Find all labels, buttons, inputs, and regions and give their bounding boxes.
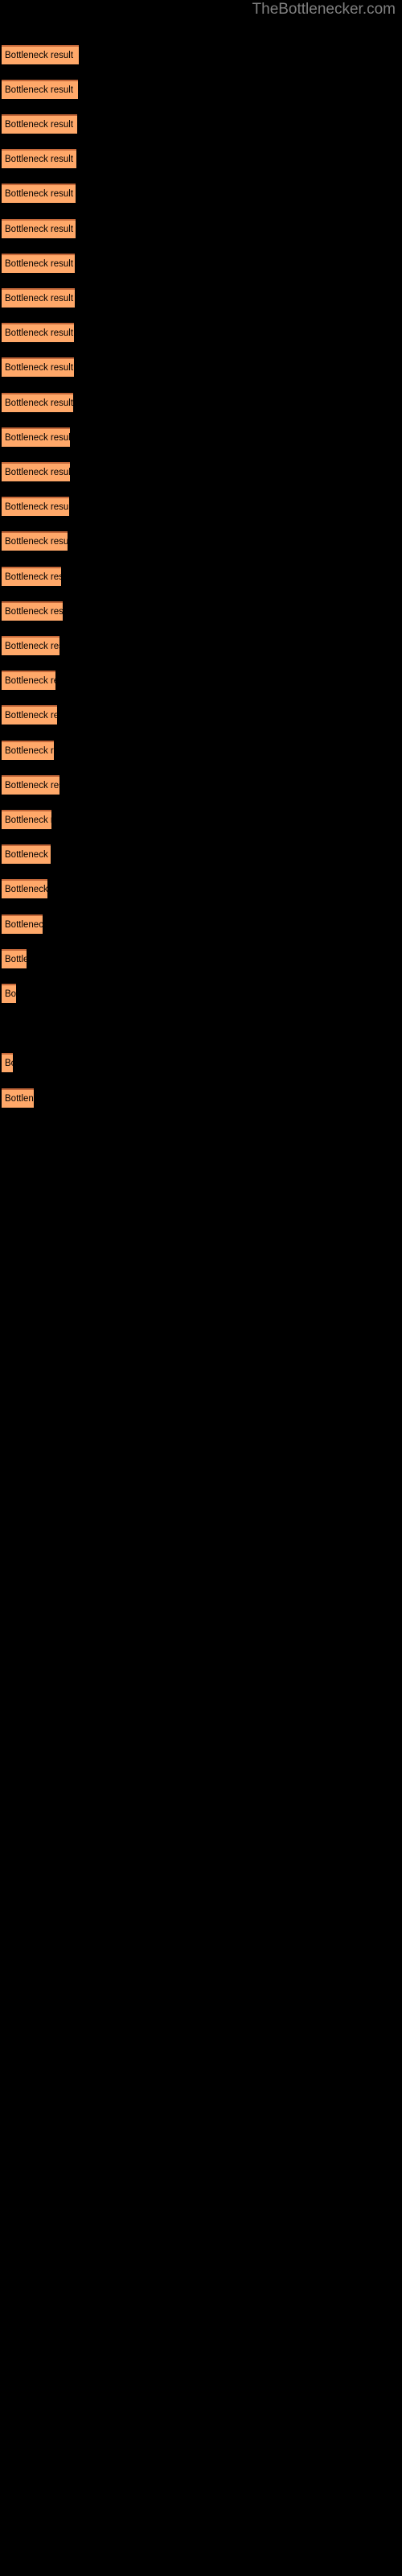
bar-row: Bottleneck result bbox=[0, 357, 402, 377]
bar-label: Bottleneck result bbox=[5, 711, 57, 720]
bar-row: Bottleneck result bbox=[0, 914, 402, 934]
bar-label: Bottleneck result bbox=[5, 51, 74, 60]
bar-row: Bottleneck result bbox=[0, 80, 402, 99]
bar-row: Bottleneck result bbox=[0, 567, 402, 586]
bar-row: Bottleneck result bbox=[0, 601, 402, 621]
bar-bottleneck-result[interactable]: Bottleneck result bbox=[2, 219, 76, 238]
bar-label: Bottleneck result bbox=[5, 746, 54, 756]
bar-row: Bottleneck result bbox=[0, 149, 402, 168]
bar-bottleneck-result[interactable]: Bottleneck result bbox=[2, 810, 51, 829]
bottleneck-bar-chart: Bottleneck result Bottleneck result Bottle… bbox=[0, 0, 402, 2576]
bar-bottleneck-result[interactable]: Bottleneck result bbox=[2, 1088, 34, 1108]
bar-row: Bottleneck result bbox=[0, 323, 402, 342]
bar-bottleneck-result[interactable]: Bottleneck result bbox=[2, 323, 74, 342]
bar-bottleneck-result[interactable]: Bottleneck result bbox=[2, 254, 75, 273]
bar-label: Bottleneck result bbox=[5, 955, 27, 964]
bar-bottleneck-result[interactable]: Bottleneck result bbox=[2, 705, 57, 724]
bar-row: Bottleneck result bbox=[0, 45, 402, 64]
bar-label: Bottleneck result bbox=[5, 294, 74, 303]
bar-row: Bottleneck result bbox=[0, 427, 402, 447]
bar-label: Bottleneck result bbox=[5, 885, 47, 894]
bar-label: Bottleneck result bbox=[5, 850, 51, 860]
bar-row: Bottleneck result bbox=[0, 1053, 402, 1072]
bar-row: Bottleneck result bbox=[0, 984, 402, 1003]
bar-label: Bottleneck result bbox=[5, 572, 61, 582]
bar-label: Bottleneck result bbox=[5, 85, 74, 95]
bar-label: Bottleneck result bbox=[5, 189, 74, 199]
bar-bottleneck-result[interactable]: Bottleneck result bbox=[2, 984, 16, 1003]
bar-bottleneck-result[interactable]: Bottleneck result bbox=[2, 288, 75, 308]
bar-bottleneck-result[interactable]: Bottleneck result bbox=[2, 636, 59, 655]
bar-label: Bottleneck result bbox=[5, 328, 74, 338]
bar-row: Bottleneck result bbox=[0, 775, 402, 795]
bar-row: Bottleneck result bbox=[0, 531, 402, 551]
bar-label: Bottleneck result bbox=[5, 502, 69, 512]
bar-row: Bottleneck result bbox=[0, 741, 402, 760]
bar-bottleneck-result[interactable]: Bottleneck result bbox=[2, 393, 73, 412]
bar-row: Bottleneck result bbox=[0, 393, 402, 412]
bar-row: Bottleneck result bbox=[0, 254, 402, 273]
bar-label: Bottleneck result bbox=[5, 1094, 34, 1104]
bar-row: Bottleneck result bbox=[0, 879, 402, 898]
bar-label: Bottleneck result bbox=[5, 537, 68, 547]
bar-bottleneck-result[interactable]: Bottleneck result bbox=[2, 80, 78, 99]
bar-bottleneck-result[interactable]: Bottleneck result bbox=[2, 114, 77, 134]
bar-bottleneck-result[interactable]: Bottleneck result bbox=[2, 567, 61, 586]
bar-row: Bottleneck result bbox=[0, 810, 402, 829]
bar-label: Bottleneck result bbox=[5, 815, 51, 825]
bar-row: Bottleneck result bbox=[0, 671, 402, 690]
bar-label: Bottleneck result bbox=[5, 989, 16, 999]
bar-row: Bottleneck result bbox=[0, 497, 402, 516]
bar-row: Bottleneck result bbox=[0, 844, 402, 864]
bar-label: Bottleneck result bbox=[5, 781, 59, 791]
bar-bottleneck-result[interactable]: Bottleneck result bbox=[2, 914, 43, 934]
bar-row: Bottleneck result bbox=[0, 288, 402, 308]
bar-bottleneck-result[interactable]: Bottleneck result bbox=[2, 601, 63, 621]
bar-row: Bottleneck result bbox=[0, 1088, 402, 1108]
bar-label: Bottleneck result bbox=[5, 642, 59, 651]
bar-bottleneck-result[interactable]: Bottleneck result bbox=[2, 531, 68, 551]
bar-label: Bottleneck result bbox=[5, 259, 74, 269]
bar-label: Bottleneck result bbox=[5, 398, 73, 408]
bar-bottleneck-result[interactable]: Bottleneck result bbox=[2, 497, 69, 516]
bar-row: Bottleneck result bbox=[0, 462, 402, 481]
bar-label: Bottleneck result bbox=[5, 676, 55, 686]
bar-label: Bottleneck result bbox=[5, 155, 74, 164]
bar-row: Bottleneck result bbox=[0, 114, 402, 134]
bar-label: Bottleneck result bbox=[5, 363, 74, 373]
bar-label: Bottleneck result bbox=[5, 1059, 13, 1068]
bar-row: Bottleneck result bbox=[0, 636, 402, 655]
bar-bottleneck-result[interactable]: Bottleneck result bbox=[2, 357, 74, 377]
bar-bottleneck-result[interactable]: Bottleneck result bbox=[2, 462, 70, 481]
bar-bottleneck-result[interactable]: Bottleneck result bbox=[2, 775, 59, 795]
bar-label: Bottleneck result bbox=[5, 920, 43, 930]
bar-label: Bottleneck result bbox=[5, 433, 70, 443]
bar-row: Bottleneck result bbox=[0, 219, 402, 238]
bar-row: Bottleneck result bbox=[0, 705, 402, 724]
bar-label: Bottleneck result bbox=[5, 225, 74, 234]
bar-row bbox=[0, 1018, 402, 1038]
bar-bottleneck-result[interactable]: Bottleneck result bbox=[2, 741, 54, 760]
bar-bottleneck-result[interactable]: Bottleneck result bbox=[2, 45, 79, 64]
bar-bottleneck-result[interactable]: Bottleneck result bbox=[2, 1053, 13, 1072]
bar-bottleneck-result[interactable]: Bottleneck result bbox=[2, 844, 51, 864]
bar-bottleneck-result[interactable]: Bottleneck result bbox=[2, 671, 55, 690]
bar-label: Bottleneck result bbox=[5, 120, 74, 130]
bar-bottleneck-result[interactable]: Bottleneck result bbox=[2, 149, 76, 168]
bar-bottleneck-result[interactable]: Bottleneck result bbox=[2, 427, 70, 447]
bar-label: Bottleneck result bbox=[5, 607, 63, 617]
bar-label: Bottleneck result bbox=[5, 468, 70, 477]
bar-bottleneck-result[interactable]: Bottleneck result bbox=[2, 949, 27, 968]
bar-bottleneck-result[interactable]: Bottleneck result bbox=[2, 184, 76, 203]
bar-row: Bottleneck result bbox=[0, 949, 402, 968]
bar-bottleneck-result[interactable]: Bottleneck result bbox=[2, 879, 47, 898]
bar-row: Bottleneck result bbox=[0, 184, 402, 203]
